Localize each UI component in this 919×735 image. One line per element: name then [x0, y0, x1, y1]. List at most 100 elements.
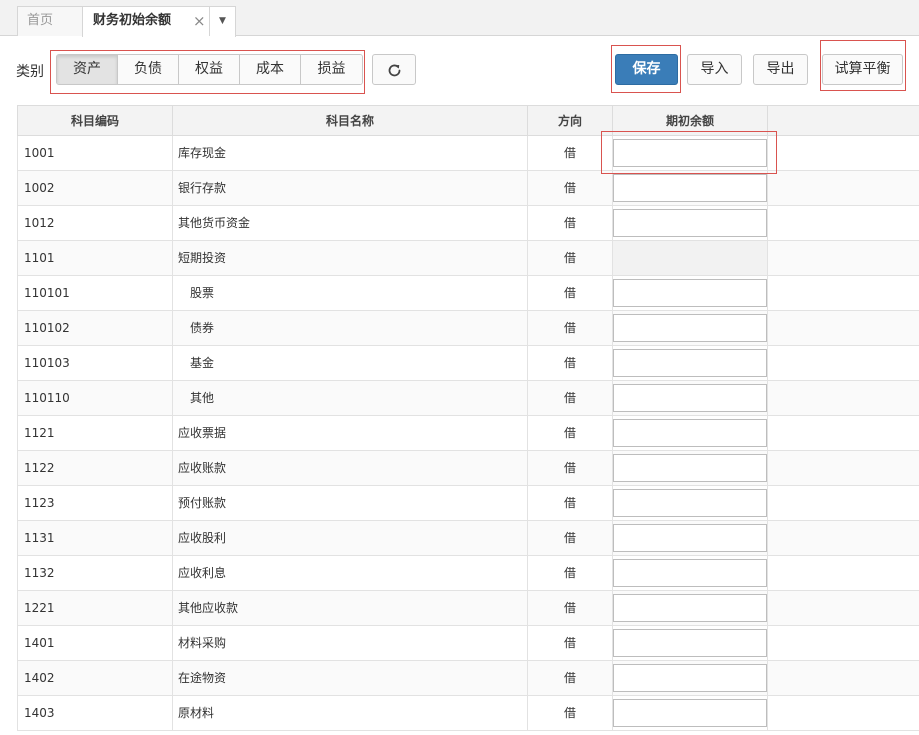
account-name-cell: 应收利息: [173, 556, 528, 590]
opening-balance-input[interactable]: [613, 314, 767, 342]
account-name-cell: 基金: [173, 346, 528, 380]
direction-cell: 借: [528, 206, 613, 240]
import-button[interactable]: 导入: [687, 54, 742, 85]
account-code-cell: 110103: [17, 346, 173, 380]
opening-balance-input[interactable]: [613, 349, 767, 377]
account-code-cell: 1122: [17, 451, 173, 485]
account-name-cell: 应收账款: [173, 451, 528, 485]
chevron-down-icon[interactable]: ▼: [209, 6, 236, 36]
direction-cell: 借: [528, 661, 613, 695]
opening-balance-input[interactable]: [613, 629, 767, 657]
opening-balance-cell: [613, 521, 768, 555]
tab-initial-balance-label: 财务初始余额: [93, 13, 172, 28]
account-name-cell: 其他货币资金: [173, 206, 528, 240]
direction-cell: 借: [528, 451, 613, 485]
direction-cell: 借: [528, 241, 613, 275]
account-name-cell: 应收股利: [173, 521, 528, 555]
opening-balance-cell: [613, 591, 768, 625]
account-name-cell: 原材料: [173, 696, 528, 730]
account-code-cell: 110101: [17, 276, 173, 310]
category-button-cost[interactable]: 成本: [240, 55, 301, 84]
opening-balance-cell: [613, 311, 768, 345]
opening-balance-input[interactable]: [613, 489, 767, 517]
direction-cell: 借: [528, 346, 613, 380]
opening-balance-input[interactable]: [613, 454, 767, 482]
tab-bar: 首页 财务初始余额 × ▼: [0, 0, 919, 37]
opening-balance-cell: [613, 416, 768, 450]
table-row: 110101 股票借: [17, 276, 919, 311]
account-name-cell: 短期投资: [173, 241, 528, 275]
export-button[interactable]: 导出: [753, 54, 808, 85]
opening-balance-input[interactable]: [613, 594, 767, 622]
tab-home[interactable]: 首页: [17, 6, 83, 36]
category-button-equity[interactable]: 权益: [179, 55, 240, 84]
opening-balance-input[interactable]: [613, 559, 767, 587]
opening-balance-cell: [613, 241, 768, 275]
opening-balance-cell: [613, 346, 768, 380]
direction-cell: 借: [528, 521, 613, 555]
table-row: 1002 银行存款借: [17, 171, 919, 206]
account-code-cell: 1402: [17, 661, 173, 695]
category-label: 类别: [16, 64, 44, 80]
account-name-cell: 债券: [173, 311, 528, 345]
direction-cell: 借: [528, 486, 613, 520]
table-row: 1101 短期投资借: [17, 241, 919, 276]
account-code-cell: 1403: [17, 696, 173, 730]
close-icon[interactable]: ×: [193, 7, 206, 35]
table-row: 1402 在途物资借: [17, 661, 919, 696]
refresh-icon: [388, 64, 401, 77]
table-row: 1401 材料采购借: [17, 626, 919, 661]
table-row: 110110 其他借: [17, 381, 919, 416]
opening-balance-cell: [613, 661, 768, 695]
header-account-name: 科目名称: [173, 106, 528, 136]
category-button-profit-loss[interactable]: 损益: [301, 55, 362, 84]
opening-balance-cell: [613, 276, 768, 310]
opening-balance-cell: [613, 381, 768, 415]
direction-cell: 借: [528, 171, 613, 205]
opening-balance-input[interactable]: [613, 174, 767, 202]
account-code-cell: 1012: [17, 206, 173, 240]
table-row: 1121 应收票据借: [17, 416, 919, 451]
account-name-cell: 股票: [173, 276, 528, 310]
account-name-cell: 其他应收款: [173, 591, 528, 625]
account-code-cell: 1001: [17, 136, 173, 170]
category-button-asset[interactable]: 资产: [57, 55, 118, 84]
account-name-cell: 其他: [173, 381, 528, 415]
account-code-cell: 110102: [17, 311, 173, 345]
account-code-cell: 1002: [17, 171, 173, 205]
account-code-cell: 110110: [17, 381, 173, 415]
account-name-cell: 材料采购: [173, 626, 528, 660]
account-name-cell: 在途物资: [173, 661, 528, 695]
opening-balance-input[interactable]: [613, 384, 767, 412]
table-row: 1221 其他应收款借: [17, 591, 919, 626]
direction-cell: 借: [528, 556, 613, 590]
refresh-button[interactable]: [372, 54, 416, 85]
direction-cell: 借: [528, 591, 613, 625]
opening-balance-input[interactable]: [613, 664, 767, 692]
save-button[interactable]: 保存: [615, 54, 678, 85]
account-code-cell: 1221: [17, 591, 173, 625]
table-row: 110102 债券借: [17, 311, 919, 346]
account-code-cell: 1132: [17, 556, 173, 590]
opening-balance-cell: [613, 451, 768, 485]
account-name-cell: 预付账款: [173, 486, 528, 520]
opening-balance-cell: [613, 626, 768, 660]
account-code-cell: 1131: [17, 521, 173, 555]
table-row: 1123 预付账款借: [17, 486, 919, 521]
opening-balance-input[interactable]: [613, 419, 767, 447]
table-row: 1001 库存现金借: [17, 136, 919, 171]
table-row: 110103 基金借: [17, 346, 919, 381]
table-row: 1122 应收账款借: [17, 451, 919, 486]
direction-cell: 借: [528, 416, 613, 450]
account-name-cell: 银行存款: [173, 171, 528, 205]
opening-balance-input[interactable]: [613, 699, 767, 727]
trial-balance-button[interactable]: 试算平衡: [822, 54, 903, 85]
account-code-cell: 1121: [17, 416, 173, 450]
opening-balance-input[interactable]: [613, 279, 767, 307]
opening-balance-input[interactable]: [613, 209, 767, 237]
category-button-liability[interactable]: 负债: [118, 55, 179, 84]
opening-balance-input[interactable]: [613, 524, 767, 552]
account-name-cell: 库存现金: [173, 136, 528, 170]
account-code-cell: 1123: [17, 486, 173, 520]
account-code-cell: 1401: [17, 626, 173, 660]
